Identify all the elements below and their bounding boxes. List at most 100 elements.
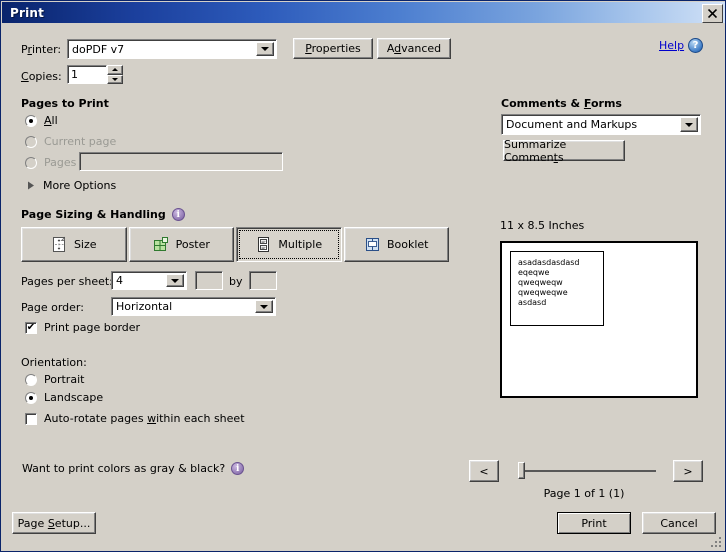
comments-forms-value: Document and Markups bbox=[506, 118, 638, 131]
title-bar: Print bbox=[2, 2, 725, 23]
size-icon bbox=[52, 236, 65, 252]
question-mark-icon[interactable]: ? bbox=[688, 38, 704, 53]
properties-button[interactable]: Properties bbox=[293, 38, 373, 59]
booklet-button[interactable]: Booklet bbox=[343, 227, 449, 262]
copies-label: Copies: bbox=[21, 70, 62, 83]
page-status: Page 1 of 1 (1) bbox=[543, 487, 625, 500]
radio-all-marker[interactable] bbox=[25, 114, 37, 127]
page-order-select[interactable]: Horizontal bbox=[111, 297, 276, 316]
radio-portrait-marker[interactable] bbox=[25, 373, 37, 386]
page-setup-button[interactable]: Page Setup... bbox=[12, 512, 96, 534]
copies-stepper-down[interactable] bbox=[107, 74, 123, 84]
auto-rotate-checkbox[interactable]: Auto-rotate pages within each sheet bbox=[25, 412, 245, 425]
preview-next-button[interactable]: > bbox=[673, 460, 703, 482]
close-x-glyph bbox=[708, 9, 717, 18]
print-page-border-label: Print page border bbox=[44, 321, 141, 334]
pages-per-sheet-value: 4 bbox=[116, 274, 123, 287]
preview-prev-button[interactable]: < bbox=[469, 460, 499, 482]
preview-page-thumbnail: asadasdasdasd eqeqwe qweqweqw qweqweqwe … bbox=[510, 251, 604, 326]
copies-stepper-up[interactable] bbox=[107, 65, 123, 75]
close-icon[interactable] bbox=[702, 4, 723, 23]
radio-current-page-marker bbox=[25, 135, 37, 148]
page-sizing-heading: Page Sizing & Handling i bbox=[21, 208, 185, 221]
size-button-label: Size bbox=[73, 238, 97, 251]
window-title: Print bbox=[10, 5, 45, 20]
pages-per-sheet-label: Pages per sheet: bbox=[21, 275, 113, 288]
chevron-down-icon[interactable] bbox=[256, 42, 274, 56]
pages-to-print-heading: Pages to Print bbox=[21, 97, 109, 110]
printer-label: Printer: bbox=[21, 43, 62, 56]
more-options-toggle[interactable]: More Options bbox=[27, 179, 116, 192]
multiple-button[interactable]: Multiple bbox=[236, 227, 342, 262]
radio-current-page: Current page bbox=[25, 135, 116, 148]
preview-line: eqeqwe bbox=[518, 268, 550, 277]
more-options-label[interactable]: More Options bbox=[43, 179, 116, 192]
print-dialog-window: Print Help ? Printer: doPDF v7 Propertie… bbox=[0, 0, 726, 552]
orientation-heading: Orientation: bbox=[21, 356, 87, 369]
size-button[interactable]: Size bbox=[21, 227, 127, 262]
page-sizing-button-group: Size Poster Multiple Booklet bbox=[21, 227, 449, 262]
chevron-right-icon[interactable] bbox=[27, 181, 35, 190]
radio-portrait-label: Portrait bbox=[44, 373, 85, 386]
gray-black-question: Want to print colors as gray & black? bbox=[22, 462, 226, 475]
printer-select-value: doPDF v7 bbox=[72, 42, 125, 56]
gray-black-hint: Want to print colors as gray & black? i bbox=[22, 462, 245, 475]
info-icon[interactable]: i bbox=[231, 462, 245, 475]
print-preview: asadasdasdasd eqeqwe qweqweqw qweqweqwe … bbox=[500, 241, 698, 398]
multiple-icon bbox=[258, 237, 270, 252]
cancel-button-label: Cancel bbox=[660, 516, 698, 530]
copies-stepper[interactable] bbox=[107, 65, 123, 84]
poster-button[interactable]: Poster bbox=[128, 227, 234, 262]
comments-forms-select[interactable]: Document and Markups bbox=[501, 114, 701, 135]
print-page-border-checkbox[interactable]: ✔ Print page border bbox=[25, 321, 140, 334]
preview-line: qweqweqw bbox=[518, 278, 563, 287]
chevron-down-icon[interactable] bbox=[166, 274, 184, 287]
print-button-label: Print bbox=[581, 516, 607, 530]
chevron-down-icon[interactable] bbox=[255, 300, 273, 313]
copies-value: 1 bbox=[71, 68, 78, 81]
booklet-icon bbox=[365, 238, 379, 251]
radio-current-page-label: Current page bbox=[44, 135, 117, 148]
help-link-label[interactable]: Help bbox=[659, 39, 684, 52]
cancel-button[interactable]: Cancel bbox=[642, 512, 716, 534]
booklet-button-label: Booklet bbox=[386, 238, 429, 251]
copies-input[interactable]: 1 bbox=[67, 65, 107, 84]
preview-line: asadasdasdasd bbox=[518, 258, 580, 267]
multiple-button-label: Multiple bbox=[278, 238, 323, 251]
radio-pages: Pages bbox=[25, 156, 76, 169]
prev-arrow-icon: < bbox=[479, 464, 489, 478]
advanced-button[interactable]: Advanced bbox=[377, 38, 451, 59]
preview-slider-thumb[interactable] bbox=[518, 462, 525, 479]
printer-select[interactable]: doPDF v7 bbox=[67, 39, 277, 59]
next-arrow-icon: > bbox=[683, 464, 693, 478]
page-order-label: Page order: bbox=[21, 301, 84, 314]
poster-icon bbox=[153, 237, 168, 251]
pages-range-input bbox=[79, 152, 283, 171]
radio-pages-label: Pages bbox=[44, 156, 77, 169]
radio-all[interactable]: All bbox=[25, 114, 58, 127]
preview-line: qweqweqwe bbox=[518, 288, 568, 297]
radio-landscape-marker[interactable] bbox=[25, 391, 37, 404]
resize-grip[interactable] bbox=[711, 537, 723, 549]
radio-pages-marker bbox=[25, 156, 37, 169]
help-link-group[interactable]: Help ? bbox=[659, 38, 704, 53]
info-icon[interactable]: i bbox=[171, 208, 185, 221]
preview-size-label: 11 x 8.5 Inches bbox=[500, 219, 585, 232]
radio-portrait[interactable]: Portrait bbox=[25, 373, 84, 386]
custom-cols-input bbox=[249, 271, 277, 290]
pages-per-sheet-select[interactable]: 4 bbox=[111, 271, 187, 290]
custom-rows-input bbox=[195, 271, 223, 290]
radio-landscape-label: Landscape bbox=[44, 391, 104, 404]
by-label: by bbox=[229, 275, 243, 288]
page-order-value: Horizontal bbox=[116, 300, 173, 313]
poster-button-label: Poster bbox=[175, 238, 210, 251]
auto-rotate-marker[interactable] bbox=[25, 412, 37, 425]
radio-landscape[interactable]: Landscape bbox=[25, 391, 103, 404]
print-button[interactable]: Print bbox=[557, 512, 631, 534]
comments-forms-heading: Comments & Forms bbox=[501, 97, 622, 110]
preview-slider-track[interactable] bbox=[520, 470, 656, 472]
chevron-down-icon[interactable] bbox=[680, 117, 698, 132]
preview-line: asdasd bbox=[518, 298, 547, 307]
summarize-comments-button[interactable]: Summarize Comments bbox=[503, 138, 625, 164]
print-page-border-marker[interactable]: ✔ bbox=[25, 321, 37, 334]
